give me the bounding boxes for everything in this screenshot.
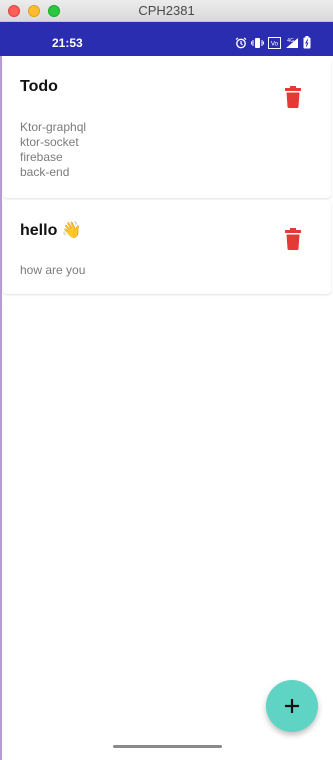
- window-titlebar: CPH2381: [0, 0, 333, 22]
- trash-icon[interactable]: [283, 86, 303, 108]
- trash-icon[interactable]: [283, 228, 303, 250]
- window-edge: [0, 56, 2, 760]
- note-card[interactable]: hello 👋 how are you: [3, 200, 331, 294]
- battery-icon: [303, 36, 311, 49]
- svg-text:4G: 4G: [287, 38, 294, 44]
- status-icons: Vo 4G: [235, 36, 311, 49]
- plus-icon: [285, 699, 299, 713]
- android-status-bar: 21:53 Vo 4G: [0, 22, 333, 56]
- vibrate-icon: [251, 37, 264, 48]
- volte-icon: Vo: [268, 36, 281, 49]
- signal-4g-icon: 4G: [286, 37, 298, 48]
- alarm-icon: [235, 37, 247, 48]
- svg-text:Vo: Vo: [271, 40, 279, 47]
- note-body: how are you: [20, 263, 86, 277]
- note-body: Ktor-graphql ktor-socket firebase back-e…: [20, 120, 87, 179]
- window-title: CPH2381: [138, 3, 195, 18]
- note-title: hello 👋: [20, 222, 82, 239]
- status-time: 21:53: [52, 36, 83, 50]
- note-title: Todo: [20, 78, 58, 95]
- note-card[interactable]: Todo Ktor-graphql ktor-socket firebase b…: [3, 58, 331, 198]
- gesture-navigation-bar[interactable]: [113, 745, 222, 748]
- add-note-fab[interactable]: [266, 680, 318, 732]
